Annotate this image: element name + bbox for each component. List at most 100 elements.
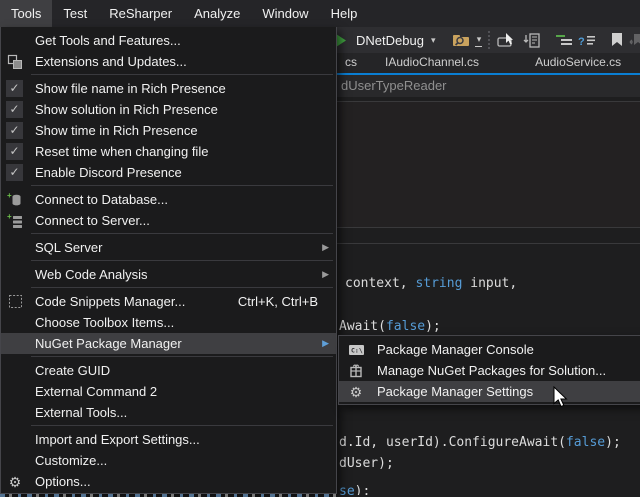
menu-item-label: SQL Server: [35, 240, 102, 255]
breadcrumb[interactable]: dUserTypeReader: [337, 75, 640, 97]
menu-item-label: Options...: [35, 474, 91, 489]
toolbar: DNetDebug ▾ ▾: [337, 27, 640, 53]
menubar-item-test[interactable]: Test: [52, 0, 98, 27]
previous-bookmark-button[interactable]: [626, 28, 640, 52]
menu-item-label: Show time in Rich Presence: [35, 123, 198, 138]
menu-separator: [31, 287, 333, 288]
menu-item-connect-to-server[interactable]: + Connect to Server...: [1, 210, 336, 231]
menu-item-create-guid[interactable]: Create GUID: [1, 360, 336, 381]
menu-item-connect-to-database[interactable]: + Connect to Database...: [1, 189, 336, 210]
menu-separator: [31, 74, 333, 75]
check-icon: ✓: [6, 164, 23, 181]
menu-item-label: Package Manager Settings: [377, 384, 533, 399]
format-document-button[interactable]: [553, 28, 575, 52]
code-token: context,: [345, 276, 415, 291]
code-token: );: [425, 319, 441, 334]
menu-item-web-code-analysis[interactable]: Web Code Analysis▶: [1, 264, 336, 285]
tab-cs[interactable]: cs: [339, 52, 363, 73]
navigate-to-button[interactable]: [494, 28, 519, 52]
code-line: d.Id, userId).ConfigureAwait(false);: [339, 435, 621, 450]
code-token: Await(: [339, 319, 386, 334]
menubar-item-help[interactable]: Help: [320, 0, 369, 27]
check-icon: ✓: [6, 143, 23, 160]
menubar-item-window[interactable]: Window: [251, 0, 319, 27]
menu-item-enable-discord-presence[interactable]: ✓Enable Discord Presence: [1, 162, 336, 183]
menu-separator: [31, 260, 333, 261]
tab-iaudiochannel-cs[interactable]: IAudioChannel.cs: [379, 52, 485, 73]
menu-item-options[interactable]: ⚙Options...: [1, 471, 336, 492]
run-button[interactable]: [337, 28, 350, 52]
tab-audioservice-cs[interactable]: AudioService.cs: [529, 52, 627, 73]
menu-item-import-and-export-settings[interactable]: Import and Export Settings...: [1, 429, 336, 450]
region-divider: [337, 243, 640, 244]
menu-item-label: NuGet Package Manager: [35, 336, 182, 351]
svg-text:+: +: [7, 213, 12, 221]
menu-item-show-solution-in-rich-presence[interactable]: ✓Show solution in Rich Presence: [1, 99, 336, 120]
toggle-bookmark-button[interactable]: [608, 28, 626, 52]
menu-item-label: Choose Toolbox Items...: [35, 315, 174, 330]
menubar-item-tools[interactable]: Tools: [0, 0, 52, 27]
find-in-files-button[interactable]: [449, 28, 473, 52]
indent-lines-icon: [556, 34, 572, 46]
check-icon: ✓: [6, 80, 23, 97]
menu-item-choose-toolbox-items[interactable]: Choose Toolbox Items...: [1, 312, 336, 333]
vs-window: ToolsTestReSharperAnalyzeWindowHelp DNet…: [0, 0, 640, 497]
menu-bar: ToolsTestReSharperAnalyzeWindowHelp: [0, 0, 640, 27]
build-config-label[interactable]: DNetDebug: [356, 33, 424, 48]
menu-item-extensions-and-updates[interactable]: Extensions and Updates...: [1, 51, 336, 72]
menu-item-manage-nuget-packages-for-solution[interactable]: Manage NuGet Packages for Solution...: [339, 360, 640, 381]
menu-separator: [31, 425, 333, 426]
code-token: string: [415, 276, 462, 291]
ide-area: DNetDebug ▾ ▾: [337, 27, 640, 497]
search-folder-icon: [452, 32, 470, 48]
menu-item-label: Manage NuGet Packages for Solution...: [377, 363, 606, 378]
chevron-down-icon[interactable]: ▾: [431, 35, 436, 46]
menu-item-label: Import and Export Settings...: [35, 432, 200, 447]
menubar-item-resharper[interactable]: ReSharper: [98, 0, 183, 27]
toolbar-grip: [488, 31, 490, 49]
menu-item-code-snippets-manager[interactable]: Code Snippets Manager...Ctrl+K, Ctrl+B: [1, 291, 336, 312]
tools-menu: Get Tools and Features... Extensions and …: [0, 27, 337, 494]
code-line: Await(false);: [339, 319, 441, 334]
mouse-cursor: [553, 386, 568, 408]
menu-item-get-tools-and-features[interactable]: Get Tools and Features...: [1, 30, 336, 51]
code-line: dUser);: [339, 456, 394, 471]
code-token: se: [339, 484, 355, 495]
menu-item-label: Connect to Database...: [35, 192, 168, 207]
question-lines-icon: ?: [578, 34, 595, 47]
code-token: );: [605, 435, 621, 450]
menu-item-customize[interactable]: Customize...: [1, 450, 336, 471]
menu-item-reset-time-when-changing-file[interactable]: ✓Reset time when changing file: [1, 141, 336, 162]
menu-item-external-tools[interactable]: External Tools...: [1, 402, 336, 423]
menu-item-nuget-package-manager[interactable]: NuGet Package Manager ▶: [1, 333, 336, 354]
nuget-submenu: C:\Package Manager Console Manage NuGet P…: [338, 335, 640, 405]
submenu-arrow-icon: ▶: [322, 333, 329, 354]
menu-item-show-file-name-in-rich-presence[interactable]: ✓Show file name in Rich Presence: [1, 78, 336, 99]
snippets-icon: [6, 293, 24, 310]
database-add-icon: +: [6, 191, 24, 208]
menu-item-label: Extensions and Updates...: [35, 54, 187, 69]
code-line: context, string input,: [345, 276, 517, 291]
check-icon: ✓: [6, 122, 23, 139]
menu-item-package-manager-settings[interactable]: ⚙Package Manager Settings: [339, 381, 640, 402]
bookmark-prev-icon: [629, 34, 640, 47]
menu-item-show-time-in-rich-presence[interactable]: ✓ Show time in Rich Presence: [1, 120, 336, 141]
menu-item-label: Connect to Server...: [35, 213, 150, 228]
cursor-frame-icon: [497, 33, 516, 48]
menu-item-external-command-2[interactable]: External Command 2: [1, 381, 336, 402]
code-token: false: [386, 319, 425, 334]
menu-item-package-manager-console[interactable]: C:\Package Manager Console: [339, 339, 640, 360]
chevron-down-icon: ▾: [477, 34, 482, 45]
svg-text:?: ?: [578, 36, 585, 47]
menu-item-label: Customize...: [35, 453, 107, 468]
menu-separator: [31, 233, 333, 234]
code-editor: context, string input,Await(false);d.Id,…: [337, 97, 640, 495]
menu-item-sql-server[interactable]: SQL Server▶: [1, 237, 336, 258]
comment-button[interactable]: ?: [575, 28, 598, 52]
paste-format-button[interactable]: [519, 28, 543, 52]
menubar-item-analyze[interactable]: Analyze: [183, 0, 251, 27]
search-dropdown-button[interactable]: ▾: [475, 34, 482, 47]
package-icon: [346, 362, 366, 379]
underline-bar: [475, 46, 482, 47]
menu-item-label: Code Snippets Manager...: [35, 294, 185, 309]
